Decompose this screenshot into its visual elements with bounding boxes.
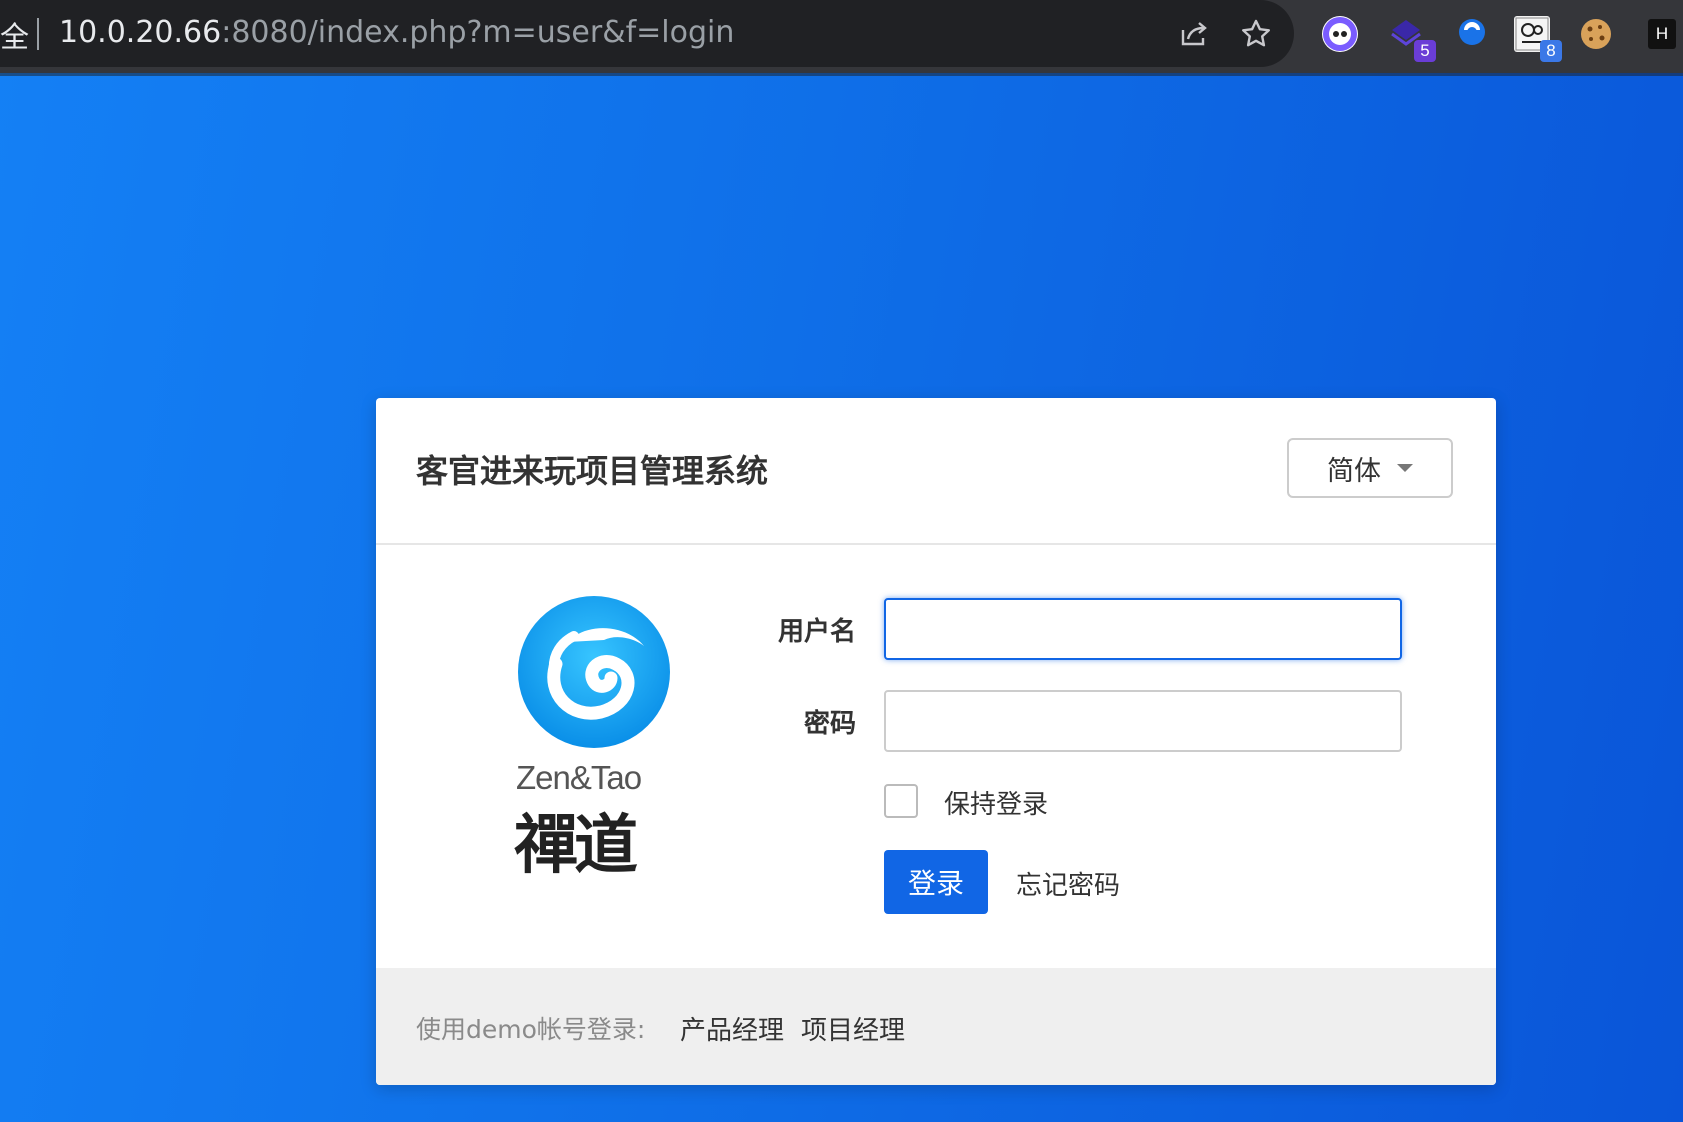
share-icon[interactable] (1175, 15, 1213, 53)
extension-6-label: H (1655, 24, 1669, 43)
logo-chinese-text: 禪道 (514, 808, 638, 883)
username-label: 用户名 (777, 617, 856, 647)
demo-login-label: 使用demo帐号登录: (416, 1015, 646, 1044)
toolbar-divider (0, 73, 1683, 76)
login-panel-header: 客官进来玩项目管理系统 简体 (376, 398, 1496, 545)
url-host: 10.0.20.66 (59, 15, 222, 50)
username-input[interactable] (884, 598, 1402, 660)
demo-accounts-footer: 使用demo帐号登录: 产品经理 项目经理 (376, 968, 1496, 1085)
extension-6-icon[interactable]: H (1648, 19, 1676, 49)
bookmark-star-icon[interactable] (1237, 15, 1275, 53)
language-dropdown[interactable]: 简体 (1287, 438, 1453, 498)
page-title: 客官进来玩项目管理系统 (416, 452, 769, 490)
login-panel: 客官进来玩项目管理系统 简体 Zen&Tao 禪道 用户名 密码 保持登录 登录 (376, 398, 1496, 1085)
password-label: 密码 (803, 709, 856, 739)
browser-toolbar: 全 10.0.20.66:8080/index.php?m=user&f=log… (0, 0, 1683, 73)
extension-1-icon[interactable] (1322, 16, 1358, 52)
extension-3-icon[interactable] (1454, 16, 1490, 52)
zentao-logo: Zen&Tao 禪道 (514, 594, 706, 883)
forgot-password-link[interactable]: 忘记密码 (1016, 865, 1120, 902)
url-path: :8080/index.php?m=user&f=login (221, 15, 735, 50)
address-separator (37, 18, 39, 50)
login-button[interactable]: 登录 (884, 850, 988, 914)
url-text[interactable]: 10.0.20.66:8080/index.php?m=user&f=login (59, 15, 734, 50)
demo-account-product-manager[interactable]: 产品经理 (680, 1010, 784, 1047)
logo-swirl-icon (518, 596, 670, 748)
cookie-extension-icon[interactable] (1578, 16, 1614, 52)
extension-4-icon[interactable]: 8 (1514, 16, 1562, 62)
remember-label[interactable]: 保持登录 (944, 784, 1048, 821)
extension-2-badge: 5 (1414, 40, 1436, 62)
extension-2-icon[interactable]: 5 (1388, 16, 1436, 62)
address-bar[interactable]: 全 10.0.20.66:8080/index.php?m=user&f=log… (0, 0, 1294, 67)
logo-english-text: Zen&Tao (516, 759, 642, 796)
extension-4-badge: 8 (1540, 40, 1562, 62)
remember-checkbox[interactable] (884, 784, 918, 818)
password-input[interactable] (884, 690, 1402, 752)
security-indicator[interactable]: 全 (0, 14, 29, 56)
chevron-down-icon (1397, 464, 1413, 472)
demo-account-project-manager[interactable]: 项目经理 (801, 1010, 905, 1047)
language-label: 简体 (1327, 455, 1381, 487)
